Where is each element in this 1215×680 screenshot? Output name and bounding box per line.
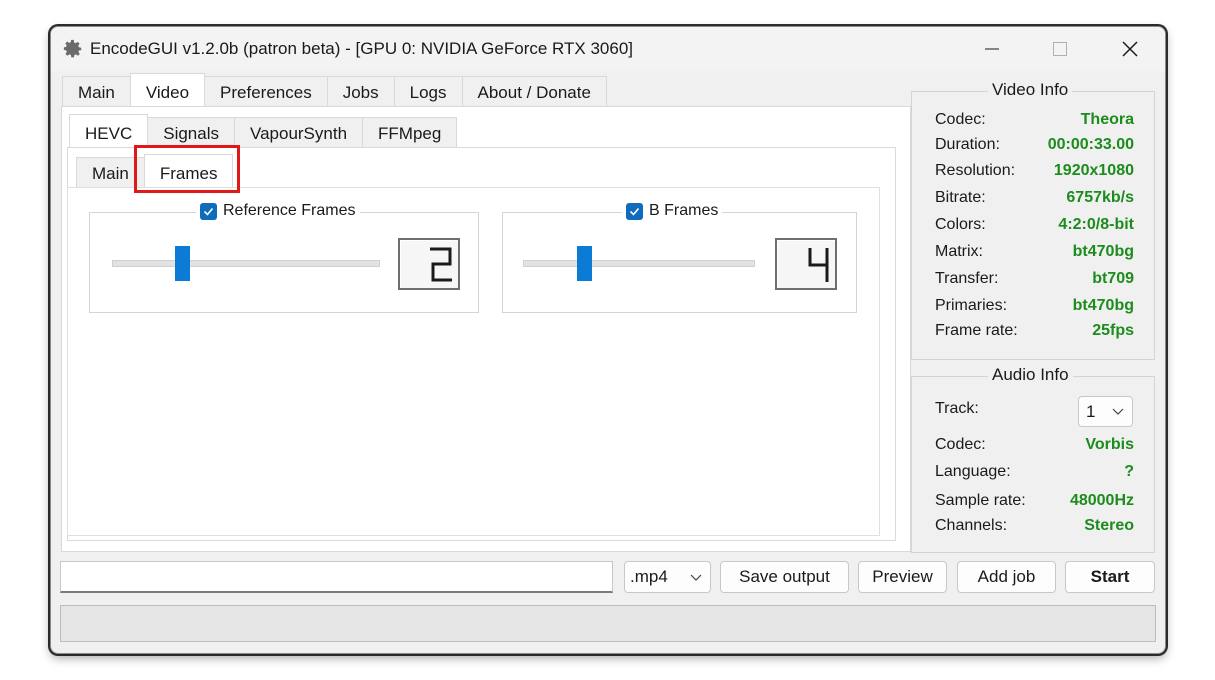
minimize-button[interactable] [967, 33, 1017, 65]
close-icon [1122, 41, 1138, 57]
save-output-button[interactable]: Save output [720, 561, 849, 593]
reference-frames-legend: Reference Frames [196, 202, 360, 220]
b-frames-legend: B Frames [622, 202, 723, 220]
frames-panel: Reference Frames B Frames [67, 187, 880, 536]
maximize-button[interactable] [1035, 33, 1085, 65]
reference-frames-slider-thumb[interactable] [175, 246, 190, 281]
video-info-row: Frame rate: 25fps [935, 322, 1134, 339]
video-tab-panel: HEVC Signals VapourSynth FFMpeg Main Fra… [61, 106, 911, 552]
tab-signals[interactable]: Signals [147, 117, 235, 147]
audio-info-row: Language:? [935, 463, 1134, 480]
tab-hevc[interactable]: HEVC [69, 114, 149, 147]
b-frames-lcd-digit [808, 248, 829, 282]
tab-video[interactable]: Video [129, 73, 206, 106]
b-frames-group: B Frames [502, 202, 857, 313]
container-value: .mp4 [630, 567, 668, 586]
chevron-down-icon [690, 574, 702, 581]
container-select[interactable]: .mp4 [624, 561, 711, 593]
b-frames-checkbox[interactable] [626, 202, 643, 220]
audio-info-group: Audio Info Track: 1 Codec: Vorbis Languag… [911, 365, 1155, 553]
frames-tab-highlight [134, 145, 240, 193]
reference-frames-checkbox[interactable] [200, 202, 217, 220]
video-info-row: Codec: Theora [935, 111, 1134, 128]
tab-logs[interactable]: Logs [393, 76, 463, 106]
output-path-input[interactable] [60, 561, 613, 593]
tab-vapoursynth[interactable]: VapourSynth [234, 117, 364, 147]
video-info-row: Resolution: 1920x1080 [935, 162, 1134, 179]
checkmark-icon [203, 207, 214, 216]
close-button[interactable] [1105, 33, 1155, 65]
video-info-title: Video Info [988, 80, 1073, 100]
tab-ffmpeg[interactable]: FFMpeg [362, 117, 458, 147]
video-info-group: Video Info Codec: Theora Duration: 00:00:3… [911, 80, 1155, 360]
audio-info-row: Sample rate: 48000Hz [935, 492, 1134, 509]
progress-bar [60, 605, 1156, 642]
audio-info-title: Audio Info [988, 365, 1073, 385]
b-frames-lcd [775, 238, 837, 290]
reference-frames-slider-track[interactable] [112, 260, 380, 267]
tab-main[interactable]: Main [62, 76, 131, 106]
main-tabs: Main Video Preferences Jobs Logs About /… [62, 73, 607, 106]
tab-preferences[interactable]: Preferences [204, 76, 328, 106]
preview-button[interactable]: Preview [858, 561, 947, 593]
tab-about-donate[interactable]: About / Donate [461, 76, 607, 106]
title-bar: EncodeGUI v1.2.0b (patron beta) - [GPU 0… [51, 27, 1165, 71]
tab-jobs[interactable]: Jobs [326, 76, 395, 106]
checkmark-icon [629, 207, 640, 216]
audio-track-select[interactable]: 1 [1078, 396, 1133, 427]
reference-frames-lcd [398, 238, 460, 290]
gear-icon [63, 39, 82, 58]
audio-info-row: Channels: Stereo [935, 517, 1134, 534]
app-window: EncodeGUI v1.2.0b (patron beta) - [GPU 0… [50, 26, 1166, 654]
hevc-tab-panel: Main Frames Reference Frames B Frames [67, 145, 896, 541]
audio-track-label: Track: [935, 400, 979, 417]
b-frames-slider-thumb[interactable] [577, 246, 592, 281]
video-info-row: Primaries: bt470bg [935, 297, 1134, 314]
minimize-icon [985, 48, 999, 50]
reference-frames-lcd-digit [430, 247, 452, 282]
b-frames-label: B Frames [649, 202, 719, 219]
reference-frames-label: Reference Frames [223, 202, 356, 219]
maximize-icon [1053, 42, 1067, 56]
chevron-down-icon [1112, 408, 1124, 415]
add-job-button[interactable]: Add job [957, 561, 1056, 593]
start-button[interactable]: Start [1065, 561, 1155, 593]
video-info-row: Matrix: bt470bg [935, 243, 1134, 260]
codec-tabs: HEVC Signals VapourSynth FFMpeg [69, 114, 458, 147]
window-title: EncodeGUI v1.2.0b (patron beta) - [GPU 0… [90, 39, 633, 58]
video-info-row: Bitrate: 6757kb/s [935, 189, 1134, 206]
video-info-row: Colors: 4:2:0/8-bit [935, 216, 1134, 233]
reference-frames-group: Reference Frames [89, 202, 479, 313]
b-frames-slider-track[interactable] [523, 260, 755, 267]
video-info-row: Duration: 00:00:33.00 [935, 136, 1134, 153]
video-info-row: Transfer: bt709 [935, 270, 1134, 287]
audio-info-row: Codec: Vorbis [935, 436, 1134, 453]
